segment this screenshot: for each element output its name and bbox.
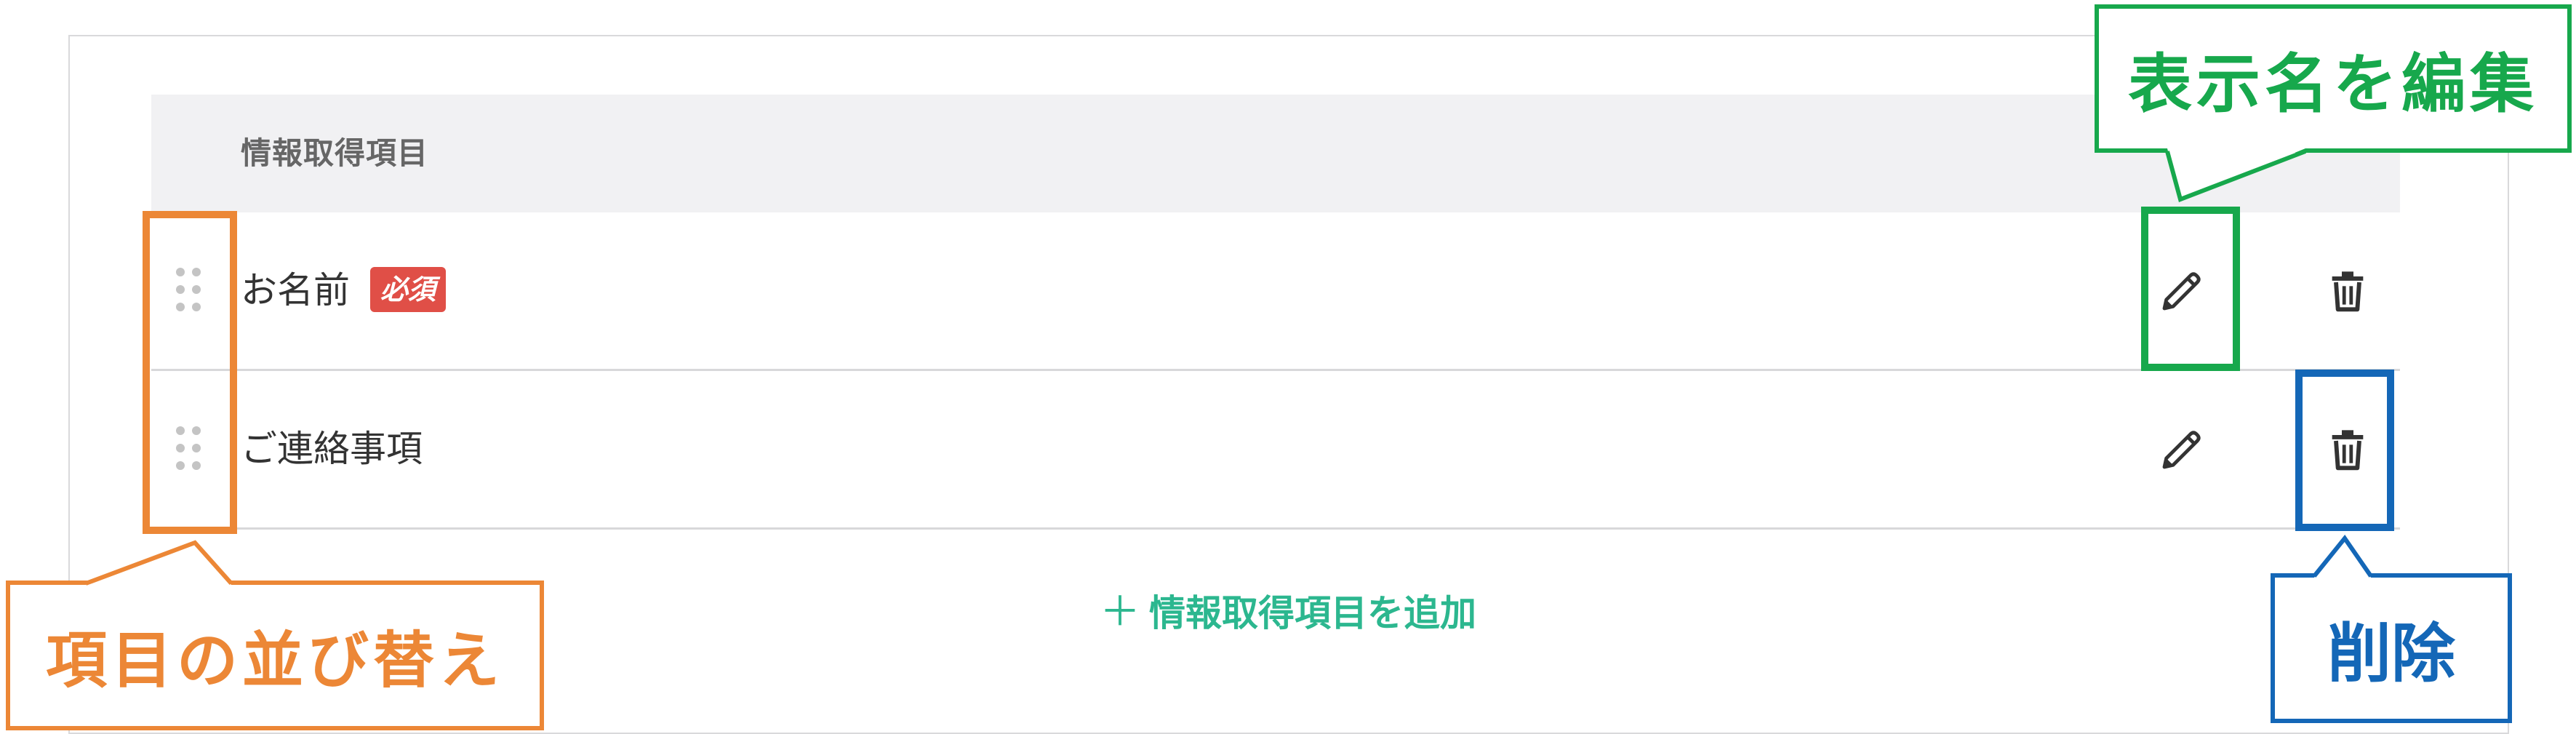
trash-icon[interactable] (2324, 268, 2371, 314)
reorder-callout: 項目の並び替え (6, 581, 544, 730)
field-name: お名前 (241, 269, 350, 311)
delete-callout-pointer (2312, 534, 2373, 578)
row-label: お名前 必須 (241, 212, 447, 369)
delete-callout: 削除 (2271, 573, 2512, 723)
table-row: お名前 必須 (151, 212, 2400, 371)
table-header-label: 情報取得項目 (241, 135, 429, 171)
add-field-label: 情報取得項目を追加 (1149, 592, 1476, 634)
field-name: ご連絡事項 (241, 428, 423, 470)
delete-highlight-box (2295, 370, 2394, 531)
reorder-highlight-box (143, 211, 237, 534)
table-header: 情報取得項目 (151, 95, 2400, 212)
required-badge: 必須 (370, 266, 447, 312)
table-row: ご連絡事項 (151, 371, 2400, 530)
plus-icon: ＋ (1100, 589, 1140, 636)
edit-highlight-box (2141, 207, 2240, 371)
pencil-icon[interactable] (2159, 426, 2205, 473)
edit-callout: 表示名を編集 (2095, 4, 2572, 153)
